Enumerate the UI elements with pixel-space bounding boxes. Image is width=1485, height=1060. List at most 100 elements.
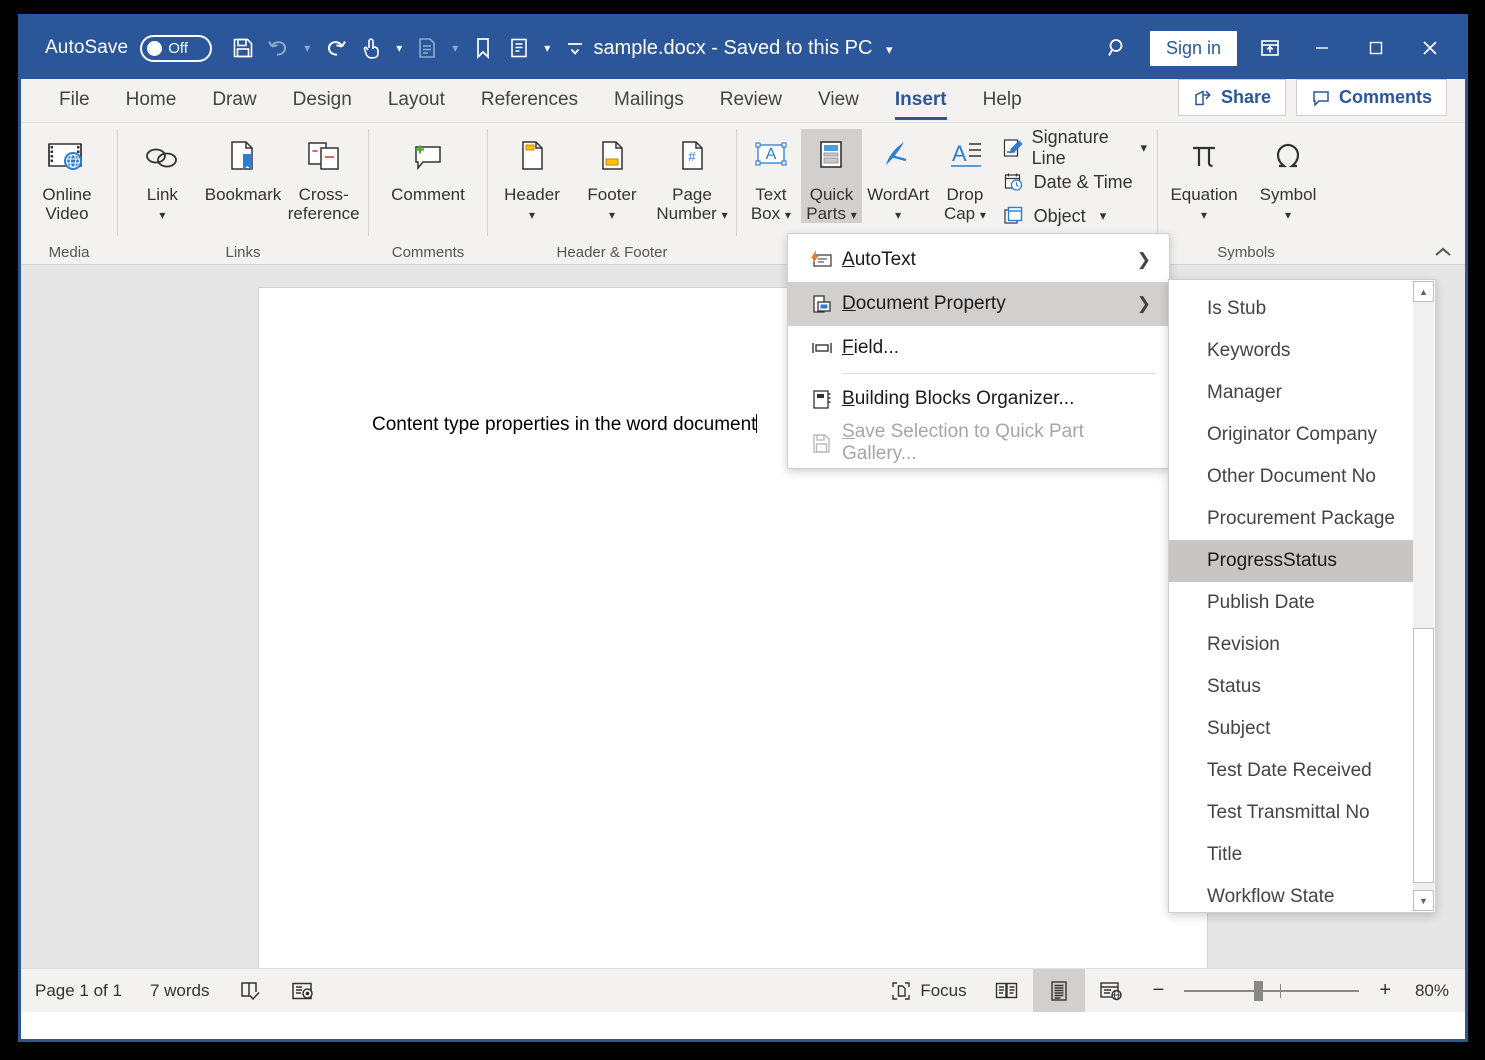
submenu-item-status[interactable]: Status <box>1169 666 1413 708</box>
link-button[interactable]: Link ▾ <box>122 129 203 223</box>
title-dropdown-chevron-icon[interactable]: ▾ <box>886 42 893 57</box>
scroll-down-arrow-icon[interactable]: ▼ <box>1413 890 1434 911</box>
search-icon[interactable] <box>1094 27 1140 69</box>
autosave-control[interactable]: AutoSave Off <box>45 35 212 62</box>
submenu-item-keywords[interactable]: Keywords <box>1169 330 1413 372</box>
wordart-button[interactable]: WordArt ▾ <box>862 129 934 223</box>
zoom-thumb[interactable] <box>1254 981 1263 1001</box>
submenu-item-test-date-received[interactable]: Test Date Received <box>1169 750 1413 792</box>
tab-insert[interactable]: Insert <box>877 89 965 122</box>
zoom-slider[interactable]: − + <box>1137 979 1407 1002</box>
print-preview-icon[interactable] <box>410 29 444 67</box>
submenu-item-revision[interactable]: Revision <box>1169 624 1413 666</box>
undo-dropdown-chevron-icon[interactable]: ▾ <box>298 29 316 67</box>
focus-mode-label: Focus <box>920 981 966 1001</box>
minimize-button[interactable] <box>1297 26 1347 70</box>
footer-button[interactable]: Footer ▾ <box>572 129 652 223</box>
text-box-label: Text Box ▾ <box>751 185 791 223</box>
share-button[interactable]: Share <box>1178 79 1286 116</box>
tab-layout[interactable]: Layout <box>370 89 463 122</box>
submenu-item-other-document-no[interactable]: Other Document No <box>1169 456 1413 498</box>
quick-parts-button[interactable]: Quick Parts ▾ <box>801 129 862 223</box>
zoom-out-button[interactable]: − <box>1147 979 1171 1002</box>
tab-references[interactable]: References <box>463 89 596 122</box>
tab-view[interactable]: View <box>800 89 877 122</box>
object-button[interactable]: Object ▾ <box>996 199 1153 233</box>
autosave-toggle[interactable]: Off <box>140 35 212 62</box>
accessibility-checker-icon[interactable] <box>276 969 330 1012</box>
scrollbar-thumb[interactable] <box>1413 628 1434 883</box>
read-aloud-chevron-icon[interactable]: ▾ <box>538 29 556 67</box>
zoom-level[interactable]: 80% <box>1407 981 1465 1001</box>
scroll-up-arrow-icon[interactable]: ▲ <box>1413 281 1434 302</box>
tab-review[interactable]: Review <box>702 89 800 122</box>
touch-mode-chevron-icon[interactable]: ▾ <box>390 29 408 67</box>
tab-design[interactable]: Design <box>275 89 370 122</box>
toggle-knob <box>147 41 162 56</box>
submenu-item-test-transmittal-no[interactable]: Test Transmittal No <box>1169 792 1413 834</box>
page-number-button[interactable]: # Page Number ▾ <box>652 129 732 223</box>
menu-item-autotext[interactable]: AutoText ❯ <box>788 238 1169 282</box>
tab-help[interactable]: Help <box>965 89 1040 122</box>
zoom-track[interactable] <box>1184 990 1359 992</box>
quick-parts-dropdown-menu[interactable]: AutoText ❯ Document Property ❯ Fiel <box>787 233 1170 469</box>
read-aloud-icon[interactable] <box>502 29 536 67</box>
customize-quick-access-icon[interactable] <box>558 29 592 67</box>
collapse-ribbon-chevron-icon[interactable] <box>1431 244 1455 260</box>
submenu-item-originator-company[interactable]: Originator Company <box>1169 414 1413 456</box>
redo-icon[interactable] <box>318 29 352 67</box>
chevron-right-icon: ❯ <box>1137 294 1157 314</box>
save-icon[interactable] <box>226 29 260 67</box>
comments-button[interactable]: Comments <box>1296 79 1447 116</box>
document-body-text[interactable]: Content type properties in the word docu… <box>372 414 757 436</box>
menu-item-building-blocks-organizer[interactable]: Building Blocks Organizer... <box>788 377 1169 421</box>
sign-in-button[interactable]: Sign in <box>1150 31 1237 66</box>
submenu-item-manager[interactable]: Manager <box>1169 372 1413 414</box>
close-button[interactable] <box>1405 26 1455 70</box>
touch-mode-icon[interactable] <box>354 29 388 67</box>
tab-home[interactable]: Home <box>108 89 195 122</box>
read-mode-icon[interactable] <box>981 969 1033 1012</box>
tab-mailings[interactable]: Mailings <box>596 89 702 122</box>
document-property-submenu[interactable]: Is Stub Keywords Manager Originator Comp… <box>1168 279 1436 913</box>
date-time-button[interactable]: Date & Time <box>996 165 1153 199</box>
print-preview-chevron-icon[interactable]: ▾ <box>446 29 464 67</box>
bookmark-button[interactable]: Bookmark <box>203 129 284 204</box>
menu-item-document-property[interactable]: Document Property ❯ <box>788 282 1169 326</box>
submenu-item-subject[interactable]: Subject <box>1169 708 1413 750</box>
equation-button[interactable]: Equation ▾ <box>1162 129 1246 223</box>
submenu-item-progressstatus[interactable]: ProgressStatus <box>1169 540 1413 582</box>
word-count[interactable]: 7 words <box>136 969 224 1012</box>
proofing-errors-icon[interactable] <box>224 969 276 1012</box>
zoom-in-button[interactable]: + <box>1373 979 1397 1002</box>
page-indicator[interactable]: Page 1 of 1 <box>21 969 136 1012</box>
document-title-text[interactable]: sample.docx - Saved to this PC <box>593 37 872 59</box>
focus-mode-button[interactable]: Focus <box>876 969 980 1012</box>
tab-file[interactable]: File <box>41 89 108 122</box>
symbol-button[interactable]: Symbol ▾ <box>1246 129 1330 223</box>
object-chevron-icon[interactable]: ▾ <box>1100 208 1107 224</box>
tab-draw[interactable]: Draw <box>194 89 274 122</box>
submenu-item-is-stub[interactable]: Is Stub <box>1169 288 1413 330</box>
cross-reference-button[interactable]: Cross- reference <box>283 129 364 223</box>
ribbon-display-options-icon[interactable] <box>1247 27 1293 69</box>
new-comment-button[interactable]: Comment <box>373 129 483 204</box>
online-video-button[interactable]: Online Video <box>25 129 109 223</box>
web-layout-icon[interactable] <box>1085 969 1137 1012</box>
menu-item-field[interactable]: Field... <box>788 326 1169 370</box>
drop-cap-button[interactable]: A Drop Cap ▾ <box>934 129 995 223</box>
header-button[interactable]: Header ▾ <box>492 129 572 223</box>
submenu-item-procurement-package[interactable]: Procurement Package <box>1169 498 1413 540</box>
maximize-button[interactable] <box>1351 26 1401 70</box>
print-layout-icon[interactable] <box>1033 969 1085 1012</box>
submenu-scrollbar[interactable]: ▲ ▼ <box>1413 281 1434 911</box>
submenu-item-workflow-state[interactable]: Workflow State <box>1169 876 1413 918</box>
undo-icon[interactable] <box>262 29 296 67</box>
ribbon: Online Video Media Link <box>21 123 1465 265</box>
signature-line-chevron-icon[interactable]: ▾ <box>1140 140 1147 156</box>
bookmark-icon[interactable] <box>466 29 500 67</box>
submenu-item-title[interactable]: Title <box>1169 834 1413 876</box>
text-box-button[interactable]: A Text Box ▾ <box>741 129 801 223</box>
signature-line-button[interactable]: Signature Line ▾ <box>996 131 1153 165</box>
submenu-item-publish-date[interactable]: Publish Date <box>1169 582 1413 624</box>
